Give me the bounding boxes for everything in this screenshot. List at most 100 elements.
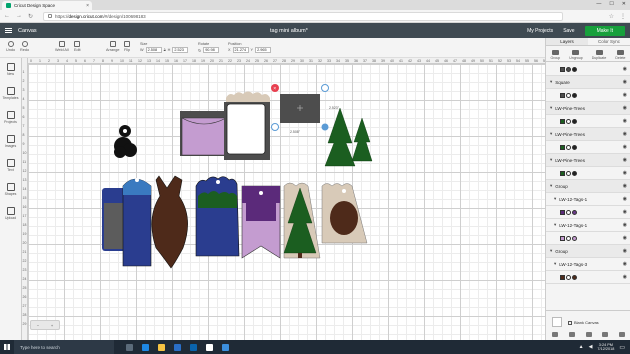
- photos-icon[interactable]: [222, 343, 229, 351]
- blank-canvas-toggle[interactable]: Blank Canvas: [568, 320, 599, 325]
- tab-close-icon[interactable]: ×: [86, 3, 92, 9]
- sidebar-item-templates[interactable]: Templates: [0, 82, 21, 106]
- tab-layers[interactable]: Layers: [546, 38, 588, 45]
- visibility-eye-icon[interactable]: ◉: [623, 92, 627, 98]
- flatten-icon[interactable]: [602, 332, 609, 337]
- slice-icon[interactable]: [552, 332, 558, 337]
- chevron-down-icon[interactable]: ▾: [554, 222, 556, 228]
- edit-button[interactable]: Edit: [74, 41, 81, 52]
- browser-tab[interactable]: Cricut Design Space ×: [2, 1, 92, 10]
- blue-tag-shape[interactable]: [122, 178, 152, 267]
- sidebar-item-upload[interactable]: Upload: [0, 202, 21, 226]
- arrange-dropdown[interactable]: Arrange: [106, 41, 120, 52]
- layer-row[interactable]: ▾ Square ◉: [546, 76, 630, 89]
- ungroup-button[interactable]: Ungroup: [569, 50, 583, 60]
- visibility-eye-icon[interactable]: ◉: [623, 131, 627, 137]
- chevron-down-icon[interactable]: ▾: [550, 79, 552, 85]
- chevron-down-icon[interactable]: ▾: [550, 183, 552, 189]
- visibility-eye-icon[interactable]: ◉: [623, 118, 627, 124]
- task-view-icon[interactable]: [126, 343, 133, 351]
- back-icon[interactable]: ←: [4, 13, 10, 19]
- visibility-eye-icon[interactable]: ◉: [623, 248, 627, 254]
- layer-row[interactable]: ◉: [546, 206, 630, 219]
- undo-button[interactable]: Undo: [6, 41, 15, 52]
- network-icon[interactable]: ▲: [579, 344, 584, 350]
- layer-row[interactable]: ◉: [546, 115, 630, 128]
- blue-green-tag-shape[interactable]: [195, 176, 240, 257]
- group-button[interactable]: Group: [551, 50, 560, 60]
- lock-ratio-icon[interactable]: 🔒︎: [164, 48, 166, 52]
- redo-button[interactable]: Redo: [20, 41, 29, 52]
- taskbar-search[interactable]: Type here to search: [14, 340, 114, 354]
- contour-icon[interactable]: [619, 332, 625, 337]
- hamburger-menu-icon[interactable]: [5, 28, 12, 33]
- width-input[interactable]: 2.508: [145, 47, 162, 53]
- delete-button[interactable]: Delete: [615, 50, 625, 60]
- layer-row[interactable]: ▾ LW-Pine-Trees ◉: [546, 128, 630, 141]
- height-input[interactable]: 2.523: [172, 47, 189, 53]
- chevron-down-icon[interactable]: ▾: [554, 261, 556, 267]
- zoom-in-button[interactable]: +: [51, 323, 53, 328]
- visibility-eye-icon[interactable]: ◉: [623, 157, 627, 163]
- sidebar-item-projects[interactable]: Projects: [0, 106, 21, 130]
- minimize-icon[interactable]: —: [596, 1, 601, 7]
- selected-square-shape[interactable]: [280, 94, 320, 123]
- visibility-eye-icon[interactable]: ◉: [623, 196, 627, 202]
- store-icon[interactable]: [174, 343, 181, 351]
- chevron-down-icon[interactable]: ▾: [550, 248, 552, 254]
- visibility-eye-icon[interactable]: ◉: [623, 170, 627, 176]
- chevron-down-icon[interactable]: ▾: [550, 105, 552, 111]
- chevron-down-icon[interactable]: ▾: [550, 131, 552, 137]
- browser-menu-icon[interactable]: ⋮: [620, 13, 626, 20]
- sidebar-item-text[interactable]: Text: [0, 154, 21, 178]
- reload-icon[interactable]: ↻: [28, 13, 33, 20]
- forward-icon[interactable]: →: [16, 13, 22, 19]
- layer-row[interactable]: ◉: [546, 141, 630, 154]
- tab-color-sync[interactable]: Color Sync: [588, 38, 630, 45]
- visibility-eye-icon[interactable]: ◉: [623, 222, 627, 228]
- visibility-eye-icon[interactable]: ◉: [623, 66, 627, 72]
- black-tag-shape[interactable]: [114, 125, 137, 158]
- layer-row[interactable]: ◉: [546, 167, 630, 180]
- x-input[interactable]: 21.274: [232, 47, 249, 53]
- bookmark-star-icon[interactable]: ☆: [609, 13, 614, 20]
- rotate-handle-icon[interactable]: [321, 84, 329, 92]
- windows-start-icon[interactable]: [0, 340, 14, 354]
- layer-row[interactable]: ◉: [546, 63, 630, 76]
- visibility-eye-icon[interactable]: ◉: [623, 105, 627, 111]
- visibility-eye-icon[interactable]: ◉: [623, 235, 627, 241]
- make-it-button[interactable]: Make It: [584, 25, 625, 36]
- zoom-out-button[interactable]: −: [37, 323, 39, 328]
- layer-row[interactable]: ▾ LW-12-Tags-3 ◉: [546, 258, 630, 271]
- visibility-eye-icon[interactable]: ◉: [623, 209, 627, 215]
- notifications-icon[interactable]: ▭: [619, 344, 625, 351]
- visibility-eye-icon[interactable]: ◉: [623, 274, 627, 280]
- edge-icon[interactable]: [142, 343, 149, 351]
- sidebar-item-new[interactable]: New: [0, 58, 21, 82]
- my-projects-link[interactable]: My Projects: [527, 28, 553, 34]
- duplicate-button[interactable]: Duplicate: [592, 50, 606, 60]
- url-field[interactable]: https://design.cricut.com/#/design/10069…: [43, 11, 564, 21]
- brown-leaf-tag-shape[interactable]: [151, 175, 188, 269]
- layer-row[interactable]: ◉: [546, 232, 630, 245]
- chevron-down-icon[interactable]: ▾: [550, 157, 552, 163]
- lock-handle-icon[interactable]: [271, 123, 279, 131]
- blank-canvas-swatch[interactable]: [552, 317, 562, 327]
- layer-row[interactable]: ▾ Group ◉: [546, 180, 630, 193]
- design-canvas[interactable]: × 2.523" 2.508": [22, 58, 545, 340]
- rotate-input[interactable]: 90.98: [203, 47, 220, 53]
- sidebar-item-images[interactable]: Images: [0, 130, 21, 154]
- layer-row[interactable]: ▾ Group ◉: [546, 245, 630, 258]
- layer-row[interactable]: ▾ LW-12-Tags-1 ◉: [546, 193, 630, 206]
- file-explorer-icon[interactable]: [158, 343, 165, 351]
- blank-canvas-checkbox[interactable]: [568, 320, 572, 325]
- pine-tree-tag-shape[interactable]: [283, 182, 321, 259]
- y-input[interactable]: 2.965: [255, 47, 272, 53]
- weld-footer-icon[interactable]: [568, 332, 575, 337]
- window-close-icon[interactable]: ✕: [622, 1, 626, 7]
- layer-row[interactable]: ◉: [546, 89, 630, 102]
- pine-trees-shape[interactable]: [324, 107, 373, 167]
- weld-all-button[interactable]: Weld All: [55, 41, 69, 52]
- taskbar-clock[interactable]: 3:24 PM 7/12/2018: [597, 343, 614, 352]
- sidebar-item-shapes[interactable]: Shapes: [0, 178, 21, 202]
